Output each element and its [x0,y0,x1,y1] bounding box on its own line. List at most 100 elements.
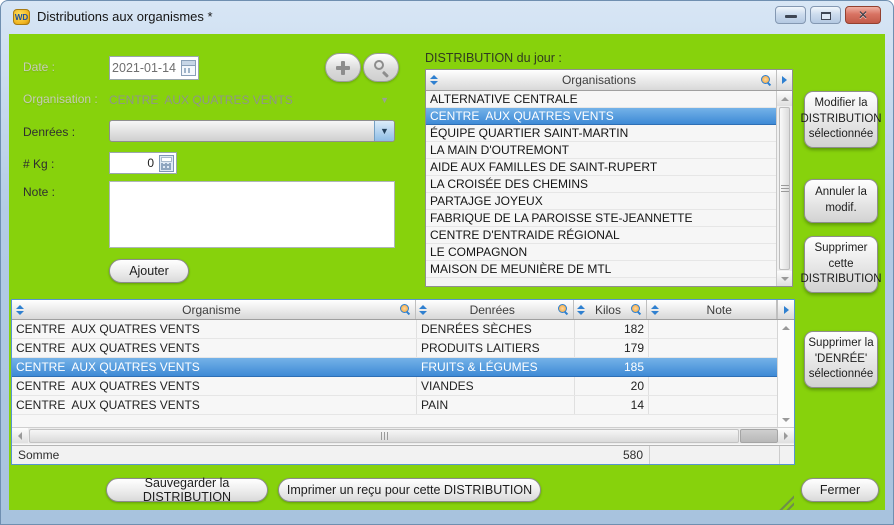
calculator-icon[interactable] [159,155,174,172]
date-field[interactable]: 2021-01-14 [109,56,199,80]
list-item[interactable]: CENTRE D'ENTRAIDE RÉGIONAL [426,227,776,244]
filter-magnifier-icon[interactable] [761,75,772,86]
table-row-selected[interactable]: CENTRE AUX QUATRES VENTS FRUITS & LÉGUME… [12,358,777,377]
arrow-right-icon [784,306,789,314]
filter-magnifier-icon[interactable] [558,304,569,315]
search-icon [374,60,384,70]
calendar-icon[interactable] [181,60,196,76]
organisations-header-label: Organisations [441,73,757,87]
client-area: Date : 2021-01-14 Organisation : CENTRE … [9,34,885,510]
delete-denree-button[interactable]: Supprimer la 'DENRÉE' sélectionnée [804,331,878,388]
organisation-combo[interactable]: CENTRE AUX QUATRES VENTS ▼ [109,89,391,110]
scroll-left-button[interactable] [12,428,28,443]
table-header[interactable]: Organisme Denrées Kilos Note [12,300,794,320]
table-row[interactable]: CENTRE AUX QUATRES VENTS DENRÉES SÈCHES … [12,320,777,339]
sum-label: Somme [18,448,59,462]
print-receipt-button[interactable]: Imprimer un reçu pour cette DISTRIBUTION [278,478,541,502]
column-kilos[interactable]: Kilos [574,300,648,319]
minimize-icon [785,15,797,18]
table-row[interactable]: CENTRE AUX QUATRES VENTS PRODUITS LAITIE… [12,339,777,358]
sort-icon[interactable] [15,305,24,315]
column-note-label: Note [662,303,776,317]
list-item[interactable]: LA MAIN D'OUTREMONT [426,142,776,159]
scroll-up-button[interactable] [777,91,792,106]
close-button[interactable]: ✕ [845,6,881,24]
date-label: Date : [23,60,55,74]
organisations-items: ALTERNATIVE CENTRALE CENTRE AUX QUATRES … [426,91,776,286]
add-button[interactable]: Ajouter [109,259,189,283]
app-window: WD Distributions aux organismes * ✕ Date… [0,0,894,525]
arrow-down-icon [781,277,789,281]
date-value: 2021-01-14 [110,61,179,75]
resize-grip[interactable] [776,495,794,510]
list-item[interactable]: LA CROISÉE DES CHEMINS [426,176,776,193]
title-bar[interactable]: WD Distributions aux organismes * ✕ [1,1,893,34]
column-note[interactable]: Note [647,300,777,319]
list-item[interactable]: AIDE AUX FAMILLES DE SAINT-RUPERT [426,159,776,176]
scroll-down-button[interactable] [777,271,792,286]
table-horizontal-scrollbar[interactable] [12,427,794,444]
filter-magnifier-icon[interactable] [400,304,411,315]
organisations-list: Organisations ALTERNATIVE CENTRALE CENTR… [425,69,793,287]
list-item[interactable]: MAISON DE MEUNIÈRE DE MTL [426,261,776,278]
organisation-label: Organisation : [23,92,98,106]
denrees-label: Denrées : [23,125,75,139]
scroll-right-button[interactable] [778,428,794,443]
sort-icon[interactable] [429,75,438,85]
arrow-right-icon [782,76,787,84]
note-label: Note : [23,185,55,199]
modify-distribution-button[interactable]: Modifier la DISTRIBUTION sélectionnée [804,91,878,148]
table-row[interactable]: CENTRE AUX QUATRES VENTS VIANDES 20 [12,377,777,396]
close-icon: ✕ [846,8,880,22]
header-expand-button[interactable] [776,70,792,90]
add-distribution-button[interactable] [325,53,361,82]
list-item[interactable]: FABRIQUE DE LA PAROISSE STE-JEANNETTE [426,210,776,227]
header-expand-button[interactable] [777,300,794,319]
sum-value: 580 [575,448,649,462]
scrollbar-thumb[interactable] [29,429,739,443]
list-item-selected[interactable]: CENTRE AUX QUATRES VENTS [426,108,776,125]
kg-value: 0 [110,156,157,170]
distribution-table: Organisme Denrées Kilos Note [11,299,795,465]
kg-label: # Kg : [23,157,54,171]
kg-field[interactable]: 0 [109,152,177,174]
list-item[interactable]: PARTAJGE JOYEUX [426,193,776,210]
search-button[interactable] [363,53,399,82]
column-denrees[interactable]: Denrées [416,300,574,319]
table-summary-row: Somme 580 [12,445,794,464]
maximize-button[interactable] [810,6,841,24]
sort-icon[interactable] [650,305,659,315]
sort-icon[interactable] [577,305,586,315]
list-item[interactable]: ÉQUIPE QUARTIER SAINT-MARTIN [426,125,776,142]
close-window-button[interactable]: Fermer [801,478,879,502]
app-icon: WD [13,9,30,25]
scroll-down-button[interactable] [778,412,794,427]
save-distribution-button[interactable]: Sauvegarder la DISTRIBUTION [106,478,268,502]
column-denrees-label: Denrées [431,303,554,317]
column-organisme[interactable]: Organisme [12,300,416,319]
combo-dropdown-button[interactable]: ▼ [374,121,394,141]
scroll-up-button[interactable] [778,320,794,335]
list-item[interactable]: ALTERNATIVE CENTRALE [426,91,776,108]
list-vertical-scrollbar[interactable] [776,91,792,286]
column-kilos-label: Kilos [589,303,628,317]
arrow-left-icon [18,432,22,440]
list-item[interactable]: LE COMPAGNON [426,244,776,261]
maximize-icon [821,12,831,20]
chevron-down-icon: ▼ [380,95,391,105]
note-field[interactable] [109,181,395,248]
scrollbar-thumb[interactable] [779,107,790,270]
minimize-button[interactable] [775,6,806,24]
arrow-right-icon [784,432,788,440]
arrow-down-icon [782,418,790,422]
scrollbar-block[interactable] [740,429,778,443]
sort-icon[interactable] [419,305,428,315]
organisations-header[interactable]: Organisations [426,70,792,91]
delete-distribution-button[interactable]: Supprimer cette DISTRIBUTION [804,236,878,293]
filter-magnifier-icon[interactable] [631,304,642,315]
table-vertical-scrollbar[interactable] [777,320,794,427]
table-row[interactable]: CENTRE AUX QUATRES VENTS PAIN 14 [12,396,777,415]
cancel-modification-button[interactable]: Annuler la modif. [804,179,878,223]
denrees-combo[interactable]: ▼ [109,120,395,142]
arrow-up-icon [782,326,790,330]
